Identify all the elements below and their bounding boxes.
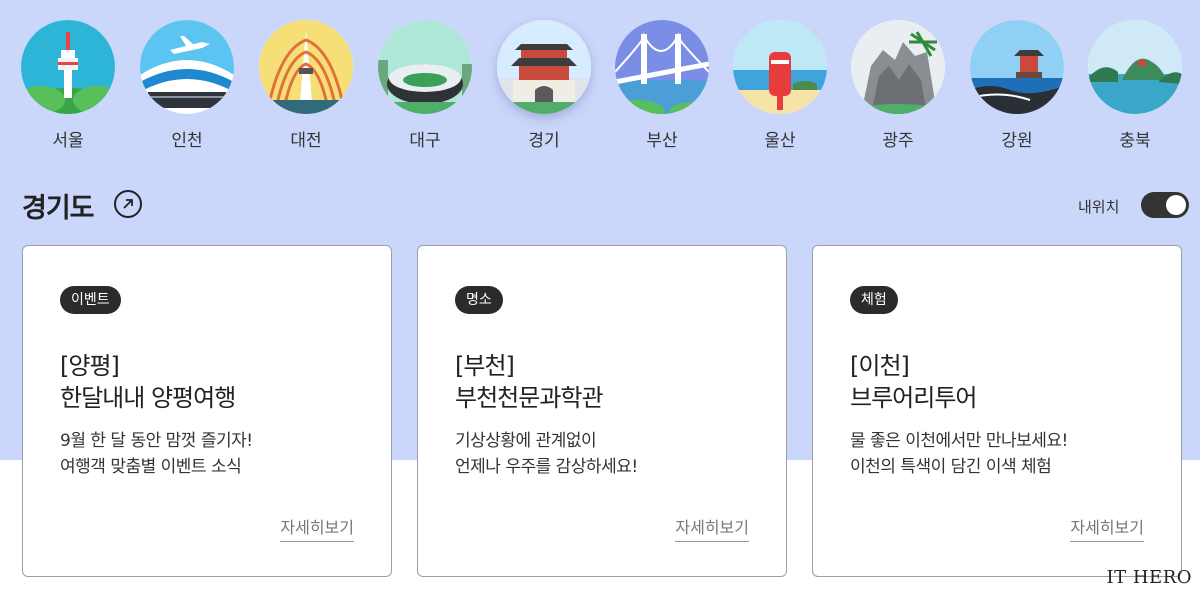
region-label: 대전: [290, 131, 322, 151]
card-desc-line: 언제나 우주를 감상하세요!: [455, 457, 638, 477]
airplane-airport-icon: [140, 20, 234, 114]
region-gwangju[interactable]: 광주: [848, 20, 948, 155]
namsan-tower-icon: [21, 20, 115, 114]
card-desc-line: 기상상황에 관계없이: [455, 431, 597, 451]
region-label: 강원: [1001, 131, 1033, 151]
region-selector: 서울 인천 대전 대구 경기 부산 울산 광주 강원 충북: [0, 20, 1200, 155]
region-daejeon[interactable]: 대전: [256, 20, 356, 155]
region-ulsan[interactable]: 울산: [730, 20, 830, 155]
region-label: 인천: [171, 131, 203, 151]
view-details-link[interactable]: 자세히보기: [675, 514, 749, 542]
region-gangwon[interactable]: 강원: [967, 20, 1067, 155]
region-gyeonggi[interactable]: 경기: [494, 20, 594, 155]
card-desc-line: 9월 한 달 동안 맘껏 즐기자!: [60, 431, 253, 451]
region-label: 울산: [764, 131, 796, 151]
section-title: 경기도: [22, 193, 95, 224]
card-title-region: [부천]: [455, 352, 515, 380]
experience-card[interactable]: 체험 [이천] 브루어리투어 물 좋은 이천에서만 만나보세요! 이천의 특색이…: [812, 245, 1182, 577]
region-chungbuk[interactable]: 충북: [1085, 20, 1185, 155]
card-title-name: 부천천문과학관: [455, 384, 604, 412]
view-details-link[interactable]: 자세히보기: [280, 514, 354, 542]
toggle-knob: [1166, 195, 1186, 215]
event-card[interactable]: 이벤트 [양평] 한달내내 양평여행 9월 한 달 동안 맘껏 즐기자! 여행객…: [22, 245, 392, 577]
stadium-icon: [378, 20, 472, 114]
card-title-name: 브루어리투어: [850, 384, 977, 412]
category-badge: 명소: [455, 286, 503, 314]
card-description: 기상상황에 관계없이 언제나 우주를 감상하세요!: [455, 428, 765, 480]
location-toggle-label: 내위치: [1078, 198, 1120, 216]
watermark: IT HERO: [1106, 567, 1192, 588]
card-description: 9월 한 달 동안 맘껏 즐기자! 여행객 맞춤별 이벤트 소식: [60, 428, 370, 480]
card-title-region: [이천]: [850, 352, 910, 380]
location-toggle[interactable]: [1141, 192, 1189, 218]
card-description: 물 좋은 이천에서만 만나보세요! 이천의 특색이 담긴 이색 체험: [850, 428, 1160, 480]
card-desc-line: 물 좋은 이천에서만 만나보세요!: [850, 431, 1068, 451]
region-label: 경기: [528, 131, 560, 151]
region-label: 부산: [646, 131, 678, 151]
region-busan[interactable]: 부산: [612, 20, 712, 155]
arrow-up-right-icon: [123, 199, 133, 209]
category-badge: 체험: [850, 286, 898, 314]
card-title: [부천] 부천천문과학관: [455, 350, 755, 414]
seaside-pavilion-icon: [970, 20, 1064, 114]
region-label: 대구: [409, 131, 441, 151]
region-seoul[interactable]: 서울: [18, 20, 118, 155]
card-title: [양평] 한달내내 양평여행: [60, 350, 360, 414]
card-title: [이천] 브루어리투어: [850, 350, 1150, 414]
bridge-icon: [615, 20, 709, 114]
card-title-region: [양평]: [60, 352, 120, 380]
region-incheon[interactable]: 인천: [137, 20, 237, 155]
region-label: 광주: [882, 131, 914, 151]
attraction-card[interactable]: 명소 [부천] 부천천문과학관 기상상황에 관계없이 언제나 우주를 감상하세요…: [417, 245, 787, 577]
postbox-beach-icon: [733, 20, 827, 114]
view-details-link[interactable]: 자세히보기: [1070, 514, 1144, 542]
expo-tower-icon: [259, 20, 353, 114]
card-desc-line: 여행객 맞춤별 이벤트 소식: [60, 457, 242, 477]
card-title-name: 한달내내 양평여행: [60, 384, 236, 412]
region-daegu[interactable]: 대구: [375, 20, 475, 155]
region-label: 충북: [1119, 131, 1151, 151]
fortress-gate-icon: [497, 20, 591, 114]
lake-island-icon: [1088, 20, 1182, 114]
card-desc-line: 이천의 특색이 담긴 이색 체험: [850, 457, 1052, 477]
region-label: 서울: [52, 131, 84, 151]
section-link-button[interactable]: [114, 190, 142, 218]
category-badge: 이벤트: [60, 286, 121, 314]
rock-mountain-icon: [851, 20, 945, 114]
